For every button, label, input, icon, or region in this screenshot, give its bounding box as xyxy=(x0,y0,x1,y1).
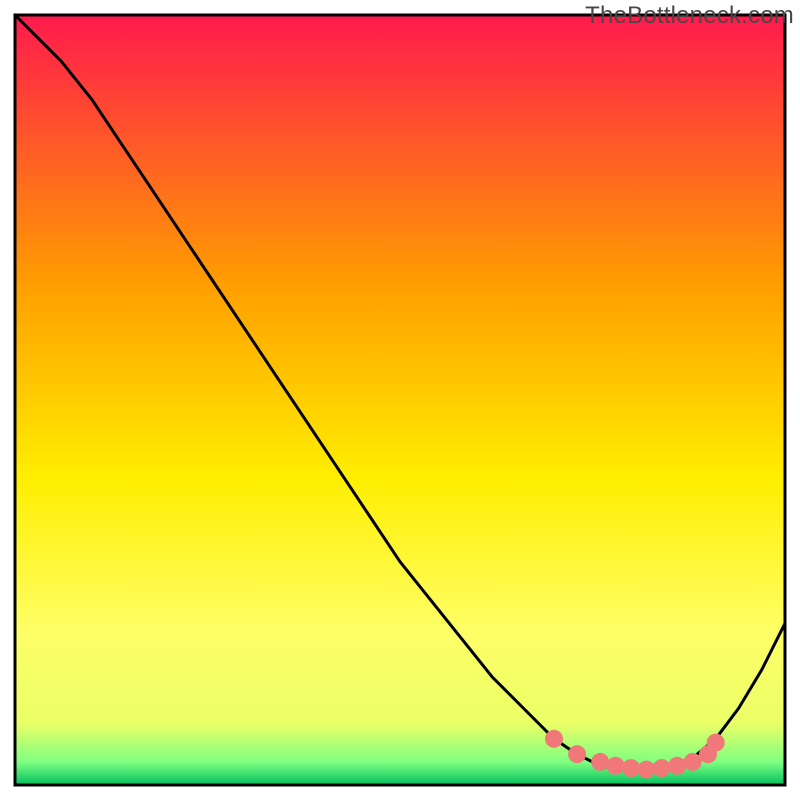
curve-dot xyxy=(545,730,563,748)
curve-dot xyxy=(637,761,655,779)
curve-dot xyxy=(607,757,625,775)
chart-container: TheBottleneck.com xyxy=(0,0,800,800)
curve-dot xyxy=(707,734,725,752)
curve-dot xyxy=(622,759,640,777)
chart-svg xyxy=(0,0,800,800)
curve-dot xyxy=(591,753,609,771)
plot-area xyxy=(15,15,785,785)
curve-dot xyxy=(668,757,686,775)
watermark-text: TheBottleneck.com xyxy=(585,2,794,30)
curve-dot xyxy=(653,759,671,777)
curve-dot xyxy=(568,745,586,763)
curve-dot xyxy=(684,753,702,771)
